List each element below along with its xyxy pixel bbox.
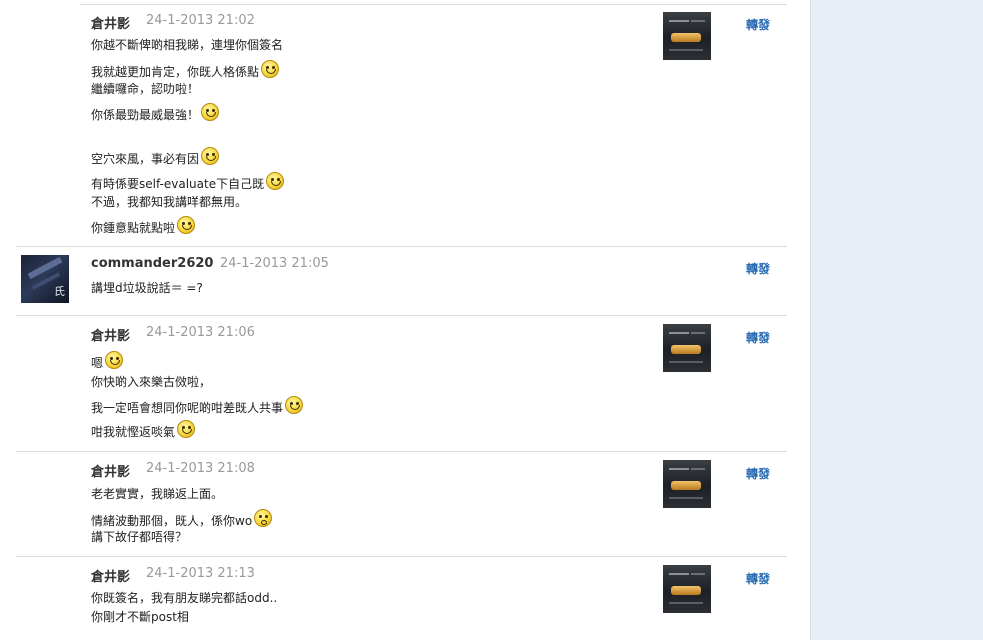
- comment-text-line: 你越不斷俾啲相我睇，連埋你個簽名: [91, 38, 284, 52]
- attached-image-thumbnail[interactable]: [663, 565, 711, 613]
- attached-image-thumbnail[interactable]: [663, 12, 711, 60]
- comment-text-line: 不過，我都知我講咩都無用。: [91, 195, 248, 209]
- comment-text-line: 你既簽名，我有朋友睇完都話odd..: [91, 591, 278, 605]
- comment-author[interactable]: 倉井影: [91, 325, 130, 344]
- comment-text-line: 我就越更加肯定，你既人格係點: [91, 60, 280, 80]
- share-link[interactable]: 轉發: [746, 570, 770, 587]
- right-sidebar: [810, 0, 983, 640]
- comment-text-line: 你鍾意點就點啦: [91, 216, 196, 236]
- smiley-emoticon-icon: [201, 103, 220, 121]
- comment-text-line: 講下故仔都唔得？: [91, 530, 188, 544]
- comment-author[interactable]: 倉井影: [91, 13, 130, 32]
- smiley-emoticon-icon: [266, 172, 285, 190]
- comment-timestamp: 24-1-2013 21:02: [146, 13, 255, 28]
- comment-text-line: 你係最勁最威最強！: [91, 103, 220, 123]
- comment-text-line: 嗯: [91, 351, 124, 371]
- smiley-emoticon-icon: [285, 396, 304, 414]
- comment-text-line: 情緒波動那個，既人，係你wo: [91, 509, 273, 529]
- divider: [16, 556, 787, 557]
- smiley-emoticon-icon: [105, 351, 124, 369]
- comment-text-line: 咁我就慳返啖氣: [91, 420, 196, 440]
- smiley-emoticon-icon: [261, 60, 280, 78]
- attached-image-thumbnail[interactable]: [663, 460, 711, 508]
- share-link[interactable]: 轉發: [746, 260, 770, 277]
- comment-timestamp: 24-1-2013 21:13: [146, 566, 255, 581]
- share-link[interactable]: 轉發: [746, 16, 770, 33]
- comment-author[interactable]: 倉井影: [91, 461, 130, 480]
- comment-text-line: 有時係要self-evaluate下自己既: [91, 172, 285, 192]
- comment-timestamp: 24-1-2013 21:06: [146, 325, 255, 340]
- user-avatar[interactable]: 氏: [21, 255, 69, 303]
- comment-feed: 倉井影 24-1-2013 21:02 轉發 你越不斷俾啲相我睇，連埋你個簽名 …: [0, 0, 810, 640]
- smiley-emoticon-icon: [177, 216, 196, 234]
- comment-text-line: 講埋d垃圾說話＝ =?: [91, 281, 203, 295]
- comment-text-line: 老老實實，我睇返上面。: [91, 487, 224, 501]
- comment-text-line: 你快啲入來樂古傚啦，: [91, 375, 212, 389]
- comment-timestamp: 24-1-2013 21:08: [146, 461, 255, 476]
- comment-text-line: 你剛才不斷post相: [91, 610, 189, 624]
- divider: [16, 315, 787, 316]
- divider: [16, 451, 787, 452]
- share-link[interactable]: 轉發: [746, 329, 770, 346]
- dazed-emoticon-icon: [254, 509, 273, 527]
- comment-timestamp: 24-1-2013 21:05: [220, 256, 329, 271]
- divider: [80, 4, 787, 5]
- comment-author[interactable]: 倉井影: [91, 566, 130, 585]
- comment-text-line: 空穴來風，事必有因: [91, 147, 220, 167]
- comment-text-line: 我一定唔會想同你呢啲咁差既人共事: [91, 396, 304, 416]
- smiley-emoticon-icon: [201, 147, 220, 165]
- smiley-emoticon-icon: [177, 420, 196, 438]
- divider: [16, 246, 787, 247]
- share-link[interactable]: 轉發: [746, 465, 770, 482]
- comment-author[interactable]: commander2620: [91, 256, 213, 271]
- comment-text-line: 繼續囉命，認叻啦！: [91, 82, 200, 96]
- attached-image-thumbnail[interactable]: [663, 324, 711, 372]
